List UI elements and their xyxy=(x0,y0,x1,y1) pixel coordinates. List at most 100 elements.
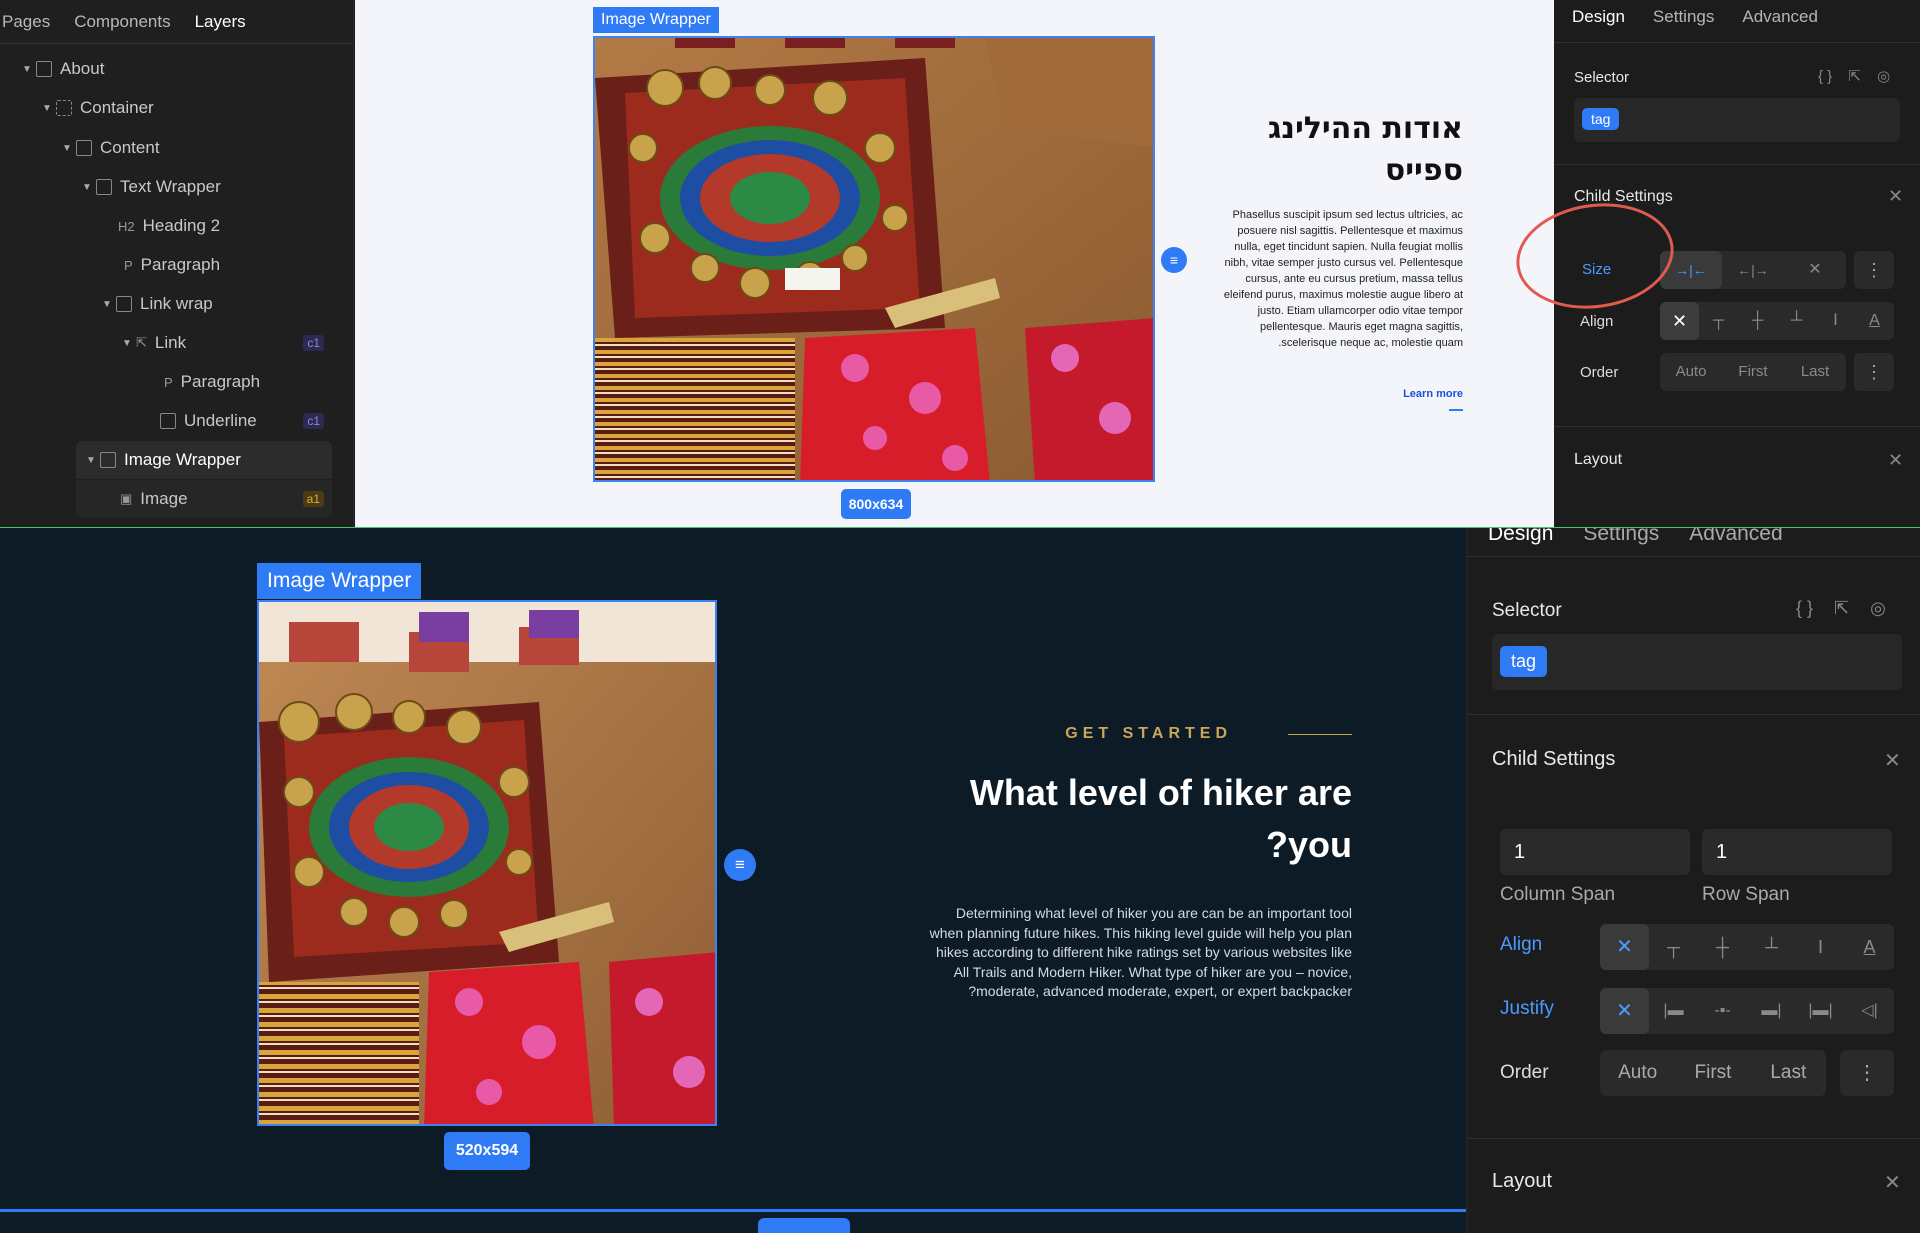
image-wrapper-tag[interactable]: Image Wrapper xyxy=(257,563,422,599)
order-more-icon[interactable]: ⋮ xyxy=(1854,353,1894,391)
tab-advanced[interactable]: Advanced xyxy=(1742,7,1818,27)
order-last-button[interactable]: Last xyxy=(1784,353,1846,391)
tab-design[interactable]: Design xyxy=(1572,7,1625,27)
bottom-handle[interactable] xyxy=(758,1218,850,1233)
order-last-button[interactable]: Last xyxy=(1751,1050,1826,1096)
size-none-icon[interactable]: ✕ xyxy=(1784,251,1846,289)
tab-settings[interactable]: Settings xyxy=(1583,528,1659,546)
image-wrapper-frame[interactable] xyxy=(593,36,1155,482)
justify-end-icon[interactable]: ▬| xyxy=(1747,988,1796,1034)
caret-down-icon[interactable]: ▼ xyxy=(120,338,134,349)
image-wrapper-tag[interactable]: Image Wrapper xyxy=(593,7,719,33)
caret-down-icon[interactable]: ▼ xyxy=(60,143,74,154)
layer-heading-2[interactable]: H2 Heading 2 xyxy=(0,207,354,245)
description-line: All Trails and Modern Hiker. What type o… xyxy=(953,963,1352,980)
resize-handle-icon[interactable]: ≡ xyxy=(724,849,756,881)
selector-field[interactable]: tag xyxy=(1574,98,1900,142)
learn-more-link[interactable]: Learn more xyxy=(1395,388,1463,400)
size-more-icon[interactable]: ⋮ xyxy=(1854,251,1894,289)
layer-paragraph[interactable]: P Paragraph xyxy=(0,246,354,284)
order-more-icon[interactable]: ⋮ xyxy=(1840,1050,1894,1096)
caret-down-icon[interactable]: ▼ xyxy=(40,103,54,114)
box-icon xyxy=(116,296,132,312)
description-line: when planning future hikes. This hiking … xyxy=(929,924,1352,941)
column-span-input[interactable]: 1 xyxy=(1500,829,1690,875)
order-first-button[interactable]: First xyxy=(1675,1050,1750,1096)
tag-chip[interactable]: tag xyxy=(1500,646,1548,677)
link-cursor-icon: ⇱ xyxy=(136,335,147,350)
layer-link[interactable]: ▼ ⇱ Link c1 xyxy=(0,324,354,362)
caret-down-icon[interactable]: ▼ xyxy=(20,64,34,75)
align-center-icon[interactable]: ┼ xyxy=(1738,302,1777,340)
layer-text-wrapper[interactable]: ▼ Text Wrapper xyxy=(0,168,354,206)
tab-pages[interactable]: Pages xyxy=(2,12,50,32)
caret-down-icon[interactable]: ▼ xyxy=(84,455,98,466)
image-wrapper-frame[interactable] xyxy=(257,600,717,1126)
resize-handle-icon[interactable]: ≡ xyxy=(1161,247,1187,273)
left-tabs: Pages Components Layers xyxy=(0,0,353,44)
layer-underline[interactable]: Underline c1 xyxy=(0,402,354,440)
pointer-icon[interactable]: ⇱ xyxy=(1848,68,1861,85)
layer-container[interactable]: ▼ Container xyxy=(0,89,354,127)
justify-button-group: ✕ |▬ -▪- ▬| |▬| ◁| xyxy=(1600,988,1894,1034)
heading-line-1: What level of hiker are xyxy=(969,772,1352,813)
align-start-icon[interactable]: ┬ xyxy=(1649,924,1698,970)
caret-down-icon[interactable]: ▼ xyxy=(100,299,114,310)
align-start-icon[interactable]: ┬ xyxy=(1699,302,1738,340)
selector-tools: { } ⇱ ◎ xyxy=(1818,67,1890,85)
dimensions-badge: 800x634 xyxy=(841,489,911,519)
tab-layers[interactable]: Layers xyxy=(195,12,246,32)
target-icon[interactable]: ◎ xyxy=(1870,598,1886,618)
close-icon[interactable]: ✕ xyxy=(1884,748,1901,773)
target-icon[interactable]: ◎ xyxy=(1877,68,1890,85)
divider xyxy=(1554,42,1920,43)
braces-icon[interactable]: { } xyxy=(1796,598,1813,618)
tab-components[interactable]: Components xyxy=(74,12,170,32)
layer-paragraph-2[interactable]: P Paragraph xyxy=(0,363,354,401)
align-end-icon[interactable]: ┴ xyxy=(1777,302,1816,340)
size-grow-icon[interactable]: ←|→ xyxy=(1722,251,1784,289)
close-icon[interactable]: ✕ xyxy=(1888,450,1903,471)
align-center-icon[interactable]: ┼ xyxy=(1698,924,1747,970)
layer-image[interactable]: ▣ Image a1 xyxy=(76,480,332,518)
selector-field[interactable]: tag xyxy=(1492,634,1902,690)
layer-label: Text Wrapper xyxy=(120,177,221,196)
box-icon xyxy=(100,452,116,468)
layer-about[interactable]: ▼ About xyxy=(0,50,354,88)
close-icon[interactable]: ✕ xyxy=(1884,1170,1901,1195)
close-icon[interactable]: ✕ xyxy=(1888,186,1903,207)
align-baseline-icon[interactable]: A xyxy=(1845,924,1894,970)
container-icon xyxy=(56,100,72,116)
canvas-top: Image Wrapper 800x634 ≡ אודות ההילינג ספ… xyxy=(355,0,1554,528)
asset-badge: a1 xyxy=(302,491,324,507)
order-first-button[interactable]: First xyxy=(1722,353,1784,391)
paragraph-icon: P xyxy=(164,374,173,390)
align-baseline-icon[interactable]: A xyxy=(1855,302,1894,340)
tab-advanced[interactable]: Advanced xyxy=(1689,528,1782,546)
layer-content[interactable]: ▼ Content xyxy=(0,129,354,167)
row-span-input[interactable]: 1 xyxy=(1702,829,1892,875)
tag-chip[interactable]: tag xyxy=(1582,108,1620,130)
layer-link-wrap[interactable]: ▼ Link wrap xyxy=(0,285,354,323)
layer-image-wrapper[interactable]: ▼ Image Wrapper xyxy=(76,441,332,479)
justify-baseline-icon[interactable]: ◁| xyxy=(1845,988,1894,1034)
align-end-icon[interactable]: ┴ xyxy=(1747,924,1796,970)
tab-design[interactable]: Design xyxy=(1488,528,1553,546)
justify-start-icon[interactable]: |▬ xyxy=(1649,988,1698,1034)
caret-down-icon[interactable]: ▼ xyxy=(80,182,94,193)
divider xyxy=(1554,426,1920,427)
align-none-icon[interactable]: ✕ xyxy=(1660,302,1699,340)
pointer-icon[interactable]: ⇱ xyxy=(1834,598,1849,618)
order-auto-button[interactable]: Auto xyxy=(1600,1050,1675,1096)
align-stretch-icon[interactable]: Ⅰ xyxy=(1796,924,1845,970)
align-stretch-icon[interactable]: Ⅰ xyxy=(1816,302,1855,340)
justify-center-icon[interactable]: -▪- xyxy=(1698,988,1747,1034)
dimensions-badge: 520x594 xyxy=(444,1132,530,1170)
justify-none-icon[interactable]: ✕ xyxy=(1600,988,1649,1034)
tab-settings[interactable]: Settings xyxy=(1653,7,1714,27)
braces-icon[interactable]: { } xyxy=(1818,68,1832,85)
order-label: Order xyxy=(1580,364,1619,381)
align-none-icon[interactable]: ✕ xyxy=(1600,924,1649,970)
justify-stretch-icon[interactable]: |▬| xyxy=(1796,988,1845,1034)
order-auto-button[interactable]: Auto xyxy=(1660,353,1722,391)
